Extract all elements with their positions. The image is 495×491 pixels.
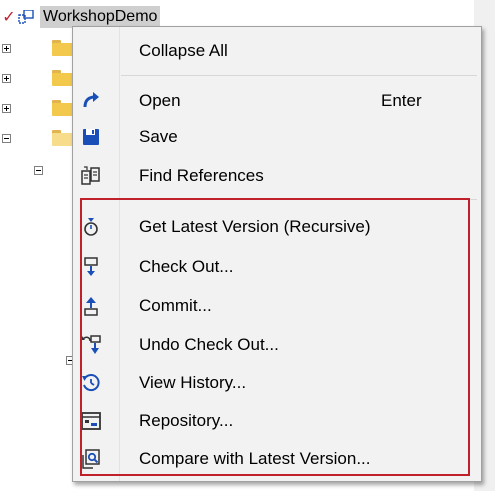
menu-separator — [121, 75, 477, 76]
undo-check-out-icon — [81, 335, 101, 355]
menu-item-label: Collapse All — [139, 41, 228, 60]
menu-item-label: Undo Check Out... — [139, 335, 279, 354]
menu-item-label: View History... — [139, 373, 247, 392]
collapse-toggle[interactable] — [34, 166, 43, 175]
get-latest-icon — [81, 217, 101, 237]
expand-toggle[interactable] — [2, 104, 11, 113]
menu-item-save[interactable]: Save — [75, 119, 477, 155]
menu-item-view-history[interactable]: View History... — [75, 365, 477, 401]
menu-item-label: Check Out... — [139, 257, 234, 276]
menu-item-label: Compare with Latest Version... — [139, 449, 371, 468]
menu-item-label: Get Latest Version (Recursive) — [139, 217, 371, 236]
menu-separator — [121, 199, 477, 200]
menu-item-label: Repository... — [139, 411, 234, 430]
menu-item-open[interactable]: Open Enter — [75, 83, 477, 119]
folder-icon — [52, 40, 74, 56]
menu-item-get-latest-version[interactable]: Get Latest Version (Recursive) — [75, 209, 477, 245]
find-references-icon — [81, 166, 101, 186]
menu-item-check-out[interactable]: Check Out... — [75, 249, 477, 285]
menu-item-repository[interactable]: Repository... — [75, 403, 477, 439]
context-menu: Collapse All Open Enter Save Find Refere… — [72, 26, 482, 482]
menu-item-find-references[interactable]: Find References — [75, 158, 477, 194]
menu-item-label: Find References — [139, 166, 264, 185]
history-icon — [81, 373, 101, 393]
menu-item-shortcut: Enter — [381, 91, 422, 110]
check-out-icon — [81, 257, 101, 277]
open-arrow-icon — [81, 91, 101, 111]
folder-icon — [52, 100, 74, 116]
folder-icon — [52, 70, 74, 86]
compare-icon — [81, 449, 101, 469]
expand-toggle[interactable] — [2, 74, 11, 83]
save-disk-icon — [81, 127, 101, 147]
checked-icon: ✓ — [2, 9, 16, 26]
open-folder-icon — [52, 130, 74, 146]
menu-item-label: Save — [139, 127, 178, 146]
repository-icon — [81, 411, 101, 431]
commit-icon — [81, 296, 101, 316]
expand-toggle[interactable] — [2, 44, 11, 53]
collapse-toggle[interactable] — [2, 134, 11, 143]
menu-item-commit[interactable]: Commit... — [75, 288, 477, 324]
menu-item-undo-check-out[interactable]: Undo Check Out... — [75, 327, 477, 363]
menu-item-label: Open — [139, 91, 181, 110]
menu-item-collapse-all[interactable]: Collapse All — [75, 33, 477, 69]
menu-item-label: Commit... — [139, 296, 212, 315]
project-icon — [18, 9, 34, 24]
menu-item-compare-latest[interactable]: Compare with Latest Version... — [75, 441, 477, 477]
tree-root-label[interactable]: WorkshopDemo — [40, 6, 161, 28]
